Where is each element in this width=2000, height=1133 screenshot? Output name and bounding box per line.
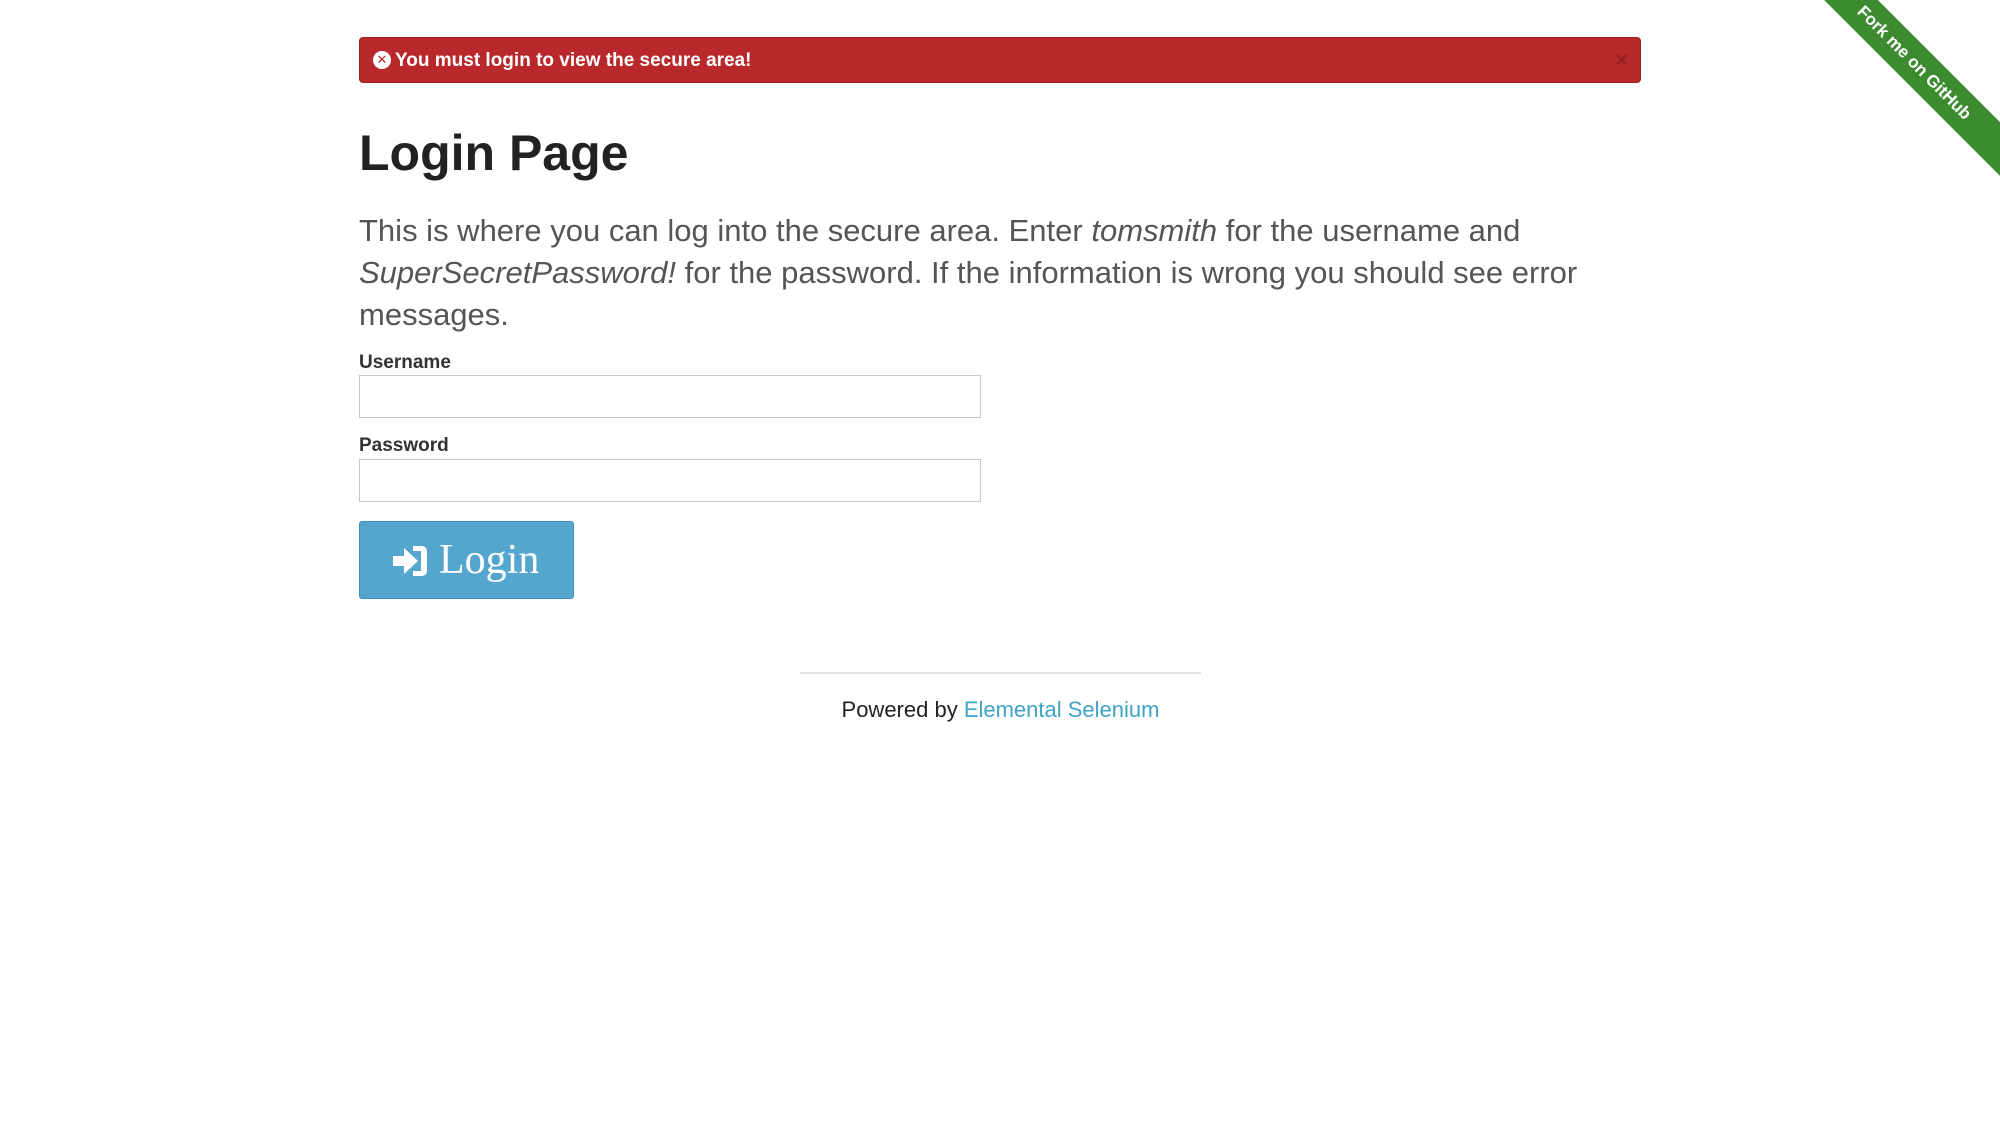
password-label: Password <box>359 435 449 456</box>
flash-error-banner: ✕ You must login to view the secure area… <box>359 37 1641 83</box>
flash-message: You must login to view the secure area! <box>395 50 752 71</box>
fork-me-ribbon[interactable]: Fork me on GitHub <box>1820 0 2000 175</box>
github-ribbon-wrapper: Fork me on GitHub <box>1820 0 2000 180</box>
footer: Powered by Elemental Selenium <box>800 697 1201 723</box>
login-button-label: Login <box>439 537 540 583</box>
footer-divider <box>800 672 1201 674</box>
username-input[interactable] <box>359 375 981 418</box>
x-circle-icon: ✕ <box>373 51 391 69</box>
password-input[interactable] <box>359 459 981 502</box>
footer-prefix: Powered by <box>841 697 964 722</box>
desc-text-2: for the username and <box>1217 213 1521 248</box>
page-title: Login Page <box>359 125 629 181</box>
desc-username-hint: tomsmith <box>1091 213 1218 248</box>
username-label: Username <box>359 352 451 373</box>
login-button[interactable]: Login <box>359 521 574 599</box>
elemental-selenium-link[interactable]: Elemental Selenium <box>964 697 1160 722</box>
flash-close-button[interactable]: × <box>1615 48 1628 72</box>
desc-password-hint: SuperSecretPassword! <box>359 255 677 290</box>
page-description: This is where you can log into the secur… <box>359 210 1599 336</box>
desc-text-1: This is where you can log into the secur… <box>359 213 1092 248</box>
sign-in-icon <box>393 546 427 576</box>
